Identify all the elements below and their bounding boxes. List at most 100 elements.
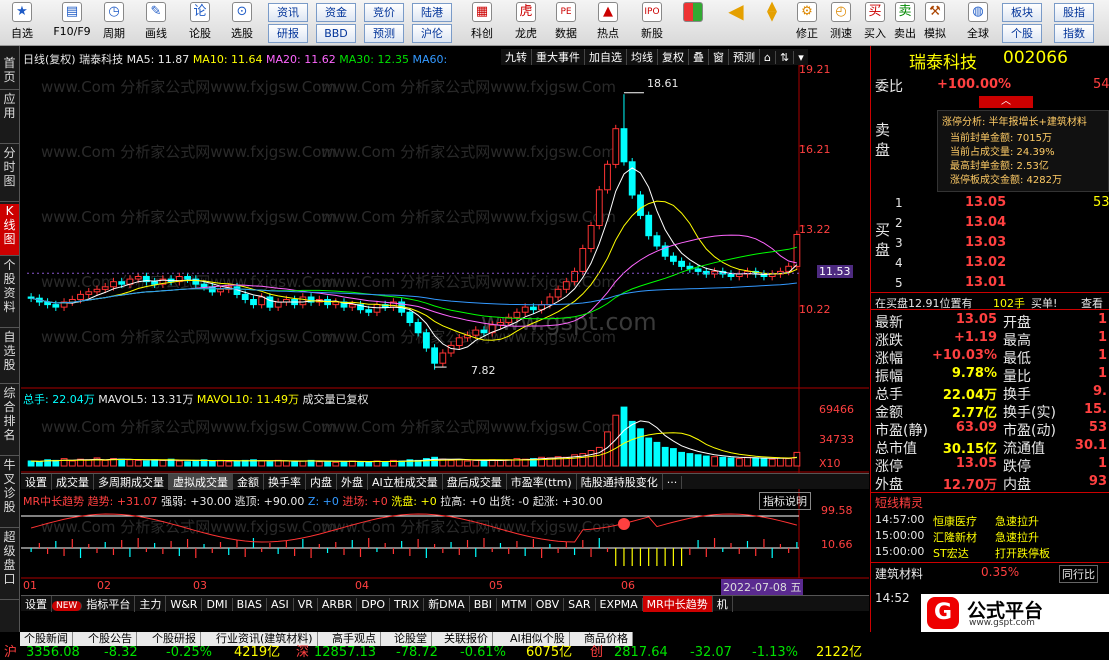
tab-ai-volume[interactable]: AI立桩成交量 <box>368 474 443 490</box>
tab-forum[interactable]: 论股堂 <box>390 632 432 646</box>
tab-multi-volume[interactable]: 多周期成交量 <box>94 474 169 490</box>
btab-mr-trend[interactable]: MR中长趋势 <box>642 596 713 612</box>
btab-settings[interactable]: 设置 <box>21 596 52 612</box>
nav-kline[interactable]: K线图 <box>0 204 19 256</box>
tab-related-quotes[interactable]: 关联报价 <box>440 632 493 646</box>
industry-bar[interactable]: 建筑材料 0.35% 同行比 <box>871 562 1109 583</box>
big-order-alert[interactable]: 在买盘12.91位置有 102手 买单! 查看 <box>871 292 1109 310</box>
global-button[interactable]: ◍ 全球 <box>958 2 998 41</box>
tab-research[interactable]: 个股研报 <box>148 632 201 646</box>
btab-more[interactable]: 机 <box>713 596 733 612</box>
tab-stock-news[interactable]: 个股新闻 <box>20 632 73 646</box>
capital-button[interactable]: 资金 <box>316 3 356 22</box>
stock-futures-button[interactable]: 股指 <box>1054 3 1094 22</box>
indicator-help-button[interactable]: 指标说明 <box>759 492 811 510</box>
tab-turnover[interactable]: 换手率 <box>264 474 306 490</box>
overlay-button[interactable]: 叠 <box>689 49 709 65</box>
bbd-button[interactable]: BBD <box>316 24 356 43</box>
color-block-button[interactable] <box>680 2 706 22</box>
btab-bias[interactable]: BIAS <box>233 598 267 611</box>
draw-line-button[interactable]: ✎ 画线 <box>138 2 174 41</box>
btab-obv[interactable]: OBV <box>532 598 565 611</box>
nav-home[interactable]: 首页 <box>0 56 19 90</box>
tab-pe-ttm[interactable]: 市盈率(ttm) <box>507 474 577 490</box>
sprite-stock[interactable]: ST宏达 <box>933 545 969 561</box>
peer-compare-tab[interactable]: 同行比 <box>1059 565 1098 583</box>
back-button[interactable]: ◀ <box>722 1 750 22</box>
tab-virtual-volume[interactable]: 虚拟成交量 <box>169 474 233 490</box>
tab-commodity[interactable]: 商品价格 <box>580 632 633 646</box>
tab-industry-news[interactable]: 行业资讯(建筑材料) <box>212 632 318 646</box>
view-link[interactable]: 查看 <box>1081 295 1103 311</box>
research-button[interactable]: 研报 <box>268 24 308 43</box>
f10-button[interactable]: ▤ F10/F9 <box>48 2 96 38</box>
tab-expert-views[interactable]: 高手观点 <box>328 632 381 646</box>
btab-arbr[interactable]: ARBR <box>318 598 358 611</box>
btab-mtm[interactable]: MTM <box>497 598 532 611</box>
tab-connect-holdings[interactable]: 陆股通持股变化 <box>577 474 663 490</box>
btab-bbi[interactable]: BBI <box>470 598 498 611</box>
window-button[interactable]: 窗 <box>709 49 729 65</box>
btab-dmi[interactable]: DMI <box>202 598 233 611</box>
switch-icon[interactable]: ⇅ <box>776 51 795 64</box>
nav-watchlist[interactable]: 自选股 <box>0 330 19 384</box>
stock-picker-button[interactable]: ⊙ 选股 <box>222 2 262 41</box>
sell-button[interactable]: 卖卖出 <box>890 2 920 41</box>
ipo-button[interactable]: IPO 新股 <box>632 2 672 41</box>
nav-diagnosis[interactable]: 牛叉诊股 <box>0 458 19 528</box>
correct-button[interactable]: ⚙ 修正 <box>790 2 824 41</box>
simulate-button[interactable]: ⚒ 模拟 <box>920 2 950 41</box>
tab-inner[interactable]: 内盘 <box>306 474 337 490</box>
tab-more[interactable]: ··· <box>663 476 683 489</box>
btab-main[interactable]: 主力 <box>135 596 167 612</box>
forum-button[interactable]: 论论股 <box>182 2 218 41</box>
nav-ranking[interactable]: 综合排名 <box>0 386 19 456</box>
btab-dpo[interactable]: DPO <box>357 598 391 611</box>
sector-button[interactable]: 板块 <box>1002 3 1042 22</box>
dragon-tiger-button[interactable]: 虎龙虎 <box>506 2 546 41</box>
nav-timeshare[interactable]: 分时图 <box>0 146 19 202</box>
tab-volume[interactable]: 成交量 <box>52 474 94 490</box>
btab-expma[interactable]: EXPMA <box>596 598 643 611</box>
add-watchlist-button[interactable]: 加自选 <box>585 49 627 65</box>
collapse-icon[interactable]: ︿ <box>979 96 1033 108</box>
btab-vr[interactable]: VR <box>294 598 318 611</box>
lock-icon[interactable]: ⌂ <box>760 51 776 64</box>
btab-dma[interactable]: 新DMA <box>424 596 470 612</box>
hotspot-button[interactable]: ▲ 热点 <box>588 2 628 41</box>
forecast-button[interactable]: 预测 <box>364 24 404 43</box>
ma-button[interactable]: 均线 <box>627 49 658 65</box>
up-down-button[interactable]: ▲ ▼ <box>758 0 786 23</box>
period-button[interactable]: ◷ 周期 <box>96 2 132 41</box>
data-button[interactable]: PE 数据 <box>546 2 586 41</box>
adjust-button[interactable]: 复权 <box>658 49 689 65</box>
nine-turn-button[interactable]: 九转 <box>501 49 532 65</box>
btab-sar[interactable]: SAR <box>564 598 596 611</box>
speed-test-button[interactable]: ◴ 测速 <box>824 2 858 41</box>
index-button[interactable]: 指数 <box>1054 24 1094 43</box>
nav-apps[interactable]: 应用 <box>0 92 19 144</box>
news-button[interactable]: 资讯 <box>268 3 308 22</box>
buy-button[interactable]: 买买入 <box>860 2 890 41</box>
btab-asi[interactable]: ASI <box>267 598 294 611</box>
sprite-stock[interactable]: 恒康医疗 <box>933 513 977 529</box>
single-stock-button[interactable]: 个股 <box>1002 24 1042 43</box>
shanghai-london-button[interactable]: 沪伦 <box>412 24 452 43</box>
tab-ai-similar[interactable]: AI相似个股 <box>506 632 570 646</box>
tab-settings[interactable]: 设置 <box>21 474 52 490</box>
auction-button[interactable]: 竞价 <box>364 3 404 22</box>
tab-outer[interactable]: 外盘 <box>337 474 368 490</box>
btab-platform[interactable]: 指标平台 <box>82 596 136 612</box>
hk-connect-button[interactable]: 陆港 <box>412 3 452 22</box>
btab-trix[interactable]: TRIX <box>390 598 425 611</box>
tab-amount[interactable]: 金额 <box>233 474 264 490</box>
major-events-button[interactable]: 重大事件 <box>532 49 585 65</box>
tab-after-volume[interactable]: 盘后成交量 <box>443 474 507 490</box>
star-market-button[interactable]: ▦ 科创 <box>462 2 502 41</box>
kline-chart-area[interactable]: www.Com 分析家公式网www.fxjgsw.Com www.Com 分析家… <box>21 46 869 612</box>
predict-button[interactable]: 预测 <box>729 49 760 65</box>
tab-announcements[interactable]: 个股公告 <box>84 632 137 646</box>
nav-super-order-book[interactable]: 超级盘口 <box>0 530 19 600</box>
self-select-button[interactable]: ★ 自选 <box>4 2 40 41</box>
nav-stock-profile[interactable]: 个股资料 <box>0 258 19 328</box>
